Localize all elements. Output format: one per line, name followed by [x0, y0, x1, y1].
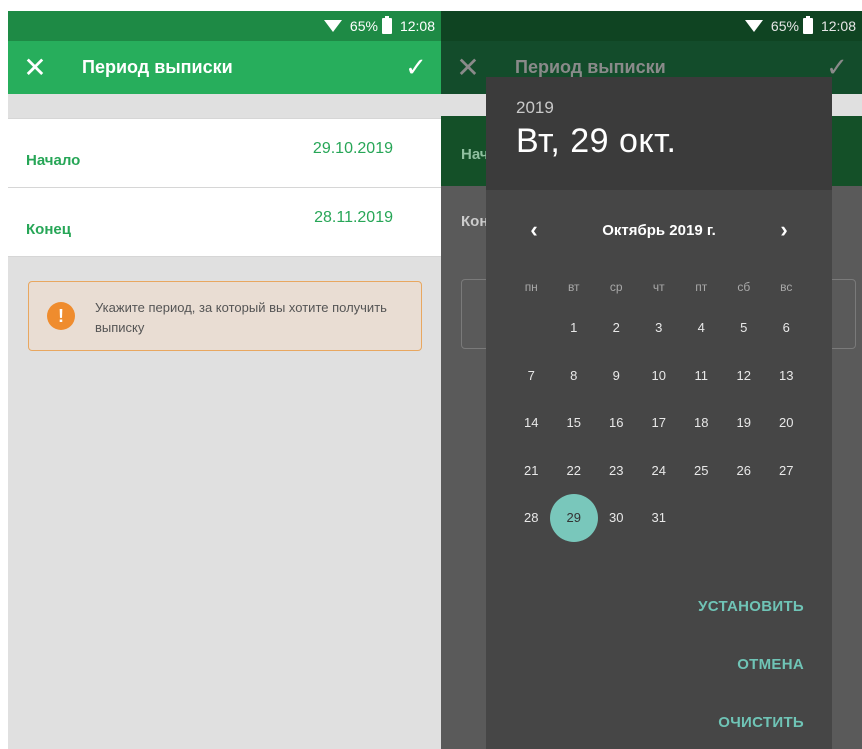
set-button[interactable]: УСТАНОВИТЬ	[698, 577, 804, 635]
battery-percent: 65%	[770, 18, 799, 34]
calendar-day[interactable]: 21	[510, 447, 553, 495]
calendar-day[interactable]: 24	[638, 447, 681, 495]
calendar-day[interactable]: 17	[638, 399, 681, 447]
calendar-day[interactable]: 27	[765, 447, 808, 495]
chevron-left-icon[interactable]: ‹	[524, 217, 544, 243]
end-date-label-dimmed: Кон	[461, 213, 489, 230]
calendar-day[interactable]: 1	[553, 304, 596, 352]
wifi-icon	[323, 20, 342, 32]
date-picker-dialog: 2019 Вт, 29 окт. ‹ Октябрь 2019 г. › пн в…	[486, 77, 832, 749]
calendar-day[interactable]: 2	[595, 304, 638, 352]
weekday-header: сб	[737, 280, 751, 294]
calendar-day[interactable]: 26	[723, 447, 766, 495]
check-icon[interactable]: ✓	[391, 52, 441, 83]
battery-icon	[802, 16, 813, 34]
clear-button[interactable]: ОЧИСТИТЬ	[698, 693, 804, 749]
cancel-button[interactable]: ОТМЕНА	[698, 635, 804, 693]
end-date-value[interactable]: 28.11.2019	[314, 209, 393, 227]
calendar-empty-cell	[510, 304, 553, 352]
calendar-day[interactable]: 9	[595, 352, 638, 400]
calendar-day[interactable]: 7	[510, 352, 553, 400]
calendar-day[interactable]: 3	[638, 304, 681, 352]
calendar-day[interactable]: 22	[553, 447, 596, 495]
weekday-header: вт	[567, 280, 580, 294]
calendar-day[interactable]: 11	[680, 352, 723, 400]
calendar-day[interactable]: 4	[680, 304, 723, 352]
status-bar: 65% 12:08	[8, 11, 441, 41]
calendar-day[interactable]: 31	[638, 494, 681, 542]
page-title: Период выписки	[515, 57, 666, 77]
start-date-label: Начало	[26, 151, 81, 169]
wifi-icon	[744, 20, 763, 32]
battery-percent: 65%	[349, 18, 378, 34]
weekday-header: ср	[609, 280, 623, 294]
calendar-day[interactable]: 23	[595, 447, 638, 495]
calendar-day[interactable]: 20	[765, 399, 808, 447]
calendar-day[interactable]: 10	[638, 352, 681, 400]
weekday-header: вс	[780, 280, 793, 294]
calendar-day[interactable]: 5	[723, 304, 766, 352]
close-icon[interactable]: ✕	[8, 53, 62, 82]
calendar-day[interactable]: 8	[553, 352, 596, 400]
calendar-day[interactable]: 15	[553, 399, 596, 447]
divider	[8, 94, 441, 118]
chevron-right-icon[interactable]: ›	[774, 217, 794, 243]
calendar-day[interactable]: 18	[680, 399, 723, 447]
date-range-form: Начало 29.10.2019 Конец 28.11.2019	[8, 118, 441, 257]
picker-selected-date: Вт, 29 окт.	[516, 122, 677, 160]
dialog-actions: УСТАНОВИТЬ ОТМЕНА ОЧИСТИТЬ	[698, 577, 804, 749]
calendar-day[interactable]: 6	[765, 304, 808, 352]
calendar-day[interactable]: 19	[723, 399, 766, 447]
calendar-day[interactable]: 30	[595, 494, 638, 542]
calendar-day-selected[interactable]: 29	[549, 493, 598, 542]
end-date-row[interactable]: Конец 28.11.2019	[8, 188, 441, 257]
weekday-header: пт	[695, 280, 708, 294]
start-date-value[interactable]: 29.10.2019	[313, 140, 393, 158]
date-picker-screen: 65% 12:08 ✕ Период выписки ✓ Нача Кон 20…	[441, 11, 862, 749]
status-bar: 65% 12:08	[441, 11, 862, 41]
notice-text: Укажите период, за который вы хотите пол…	[95, 300, 387, 335]
calendar-day[interactable]: 28	[510, 494, 553, 542]
info-notice: ! Укажите период, за который вы хотите п…	[28, 281, 422, 351]
exclamation-icon: !	[47, 302, 75, 330]
calendar-day[interactable]: 13	[765, 352, 808, 400]
date-picker-header: 2019 Вт, 29 окт.	[486, 77, 832, 190]
calendar-grid: пн вт ср чт пт сб вс 1 2 3 4 5 6 7 8 9 10 11 12 13 14 15 16 17 1…	[510, 270, 832, 542]
clock: 12:08	[820, 18, 856, 34]
end-date-label: Конец	[26, 220, 71, 238]
calendar-day[interactable]: 14	[510, 399, 553, 447]
month-navigation: ‹ Октябрь 2019 г. ›	[486, 190, 832, 270]
start-date-row[interactable]: Начало 29.10.2019	[8, 119, 441, 188]
calendar-day[interactable]: 16	[595, 399, 638, 447]
battery-icon	[381, 16, 392, 34]
month-title: Октябрь 2019 г.	[602, 221, 716, 239]
app-bar: ✕ Период выписки ✓	[8, 41, 441, 94]
weekday-header: пн	[524, 280, 538, 294]
weekday-header: чт	[652, 280, 665, 294]
clock: 12:08	[399, 18, 435, 34]
picker-year[interactable]: 2019	[516, 98, 832, 118]
calendar-day[interactable]: 25	[680, 447, 723, 495]
page-title: Период выписки	[82, 57, 233, 77]
calendar-day[interactable]: 12	[723, 352, 766, 400]
statement-period-screen: 65% 12:08 ✕ Период выписки ✓ Начало 29.1…	[8, 11, 441, 749]
